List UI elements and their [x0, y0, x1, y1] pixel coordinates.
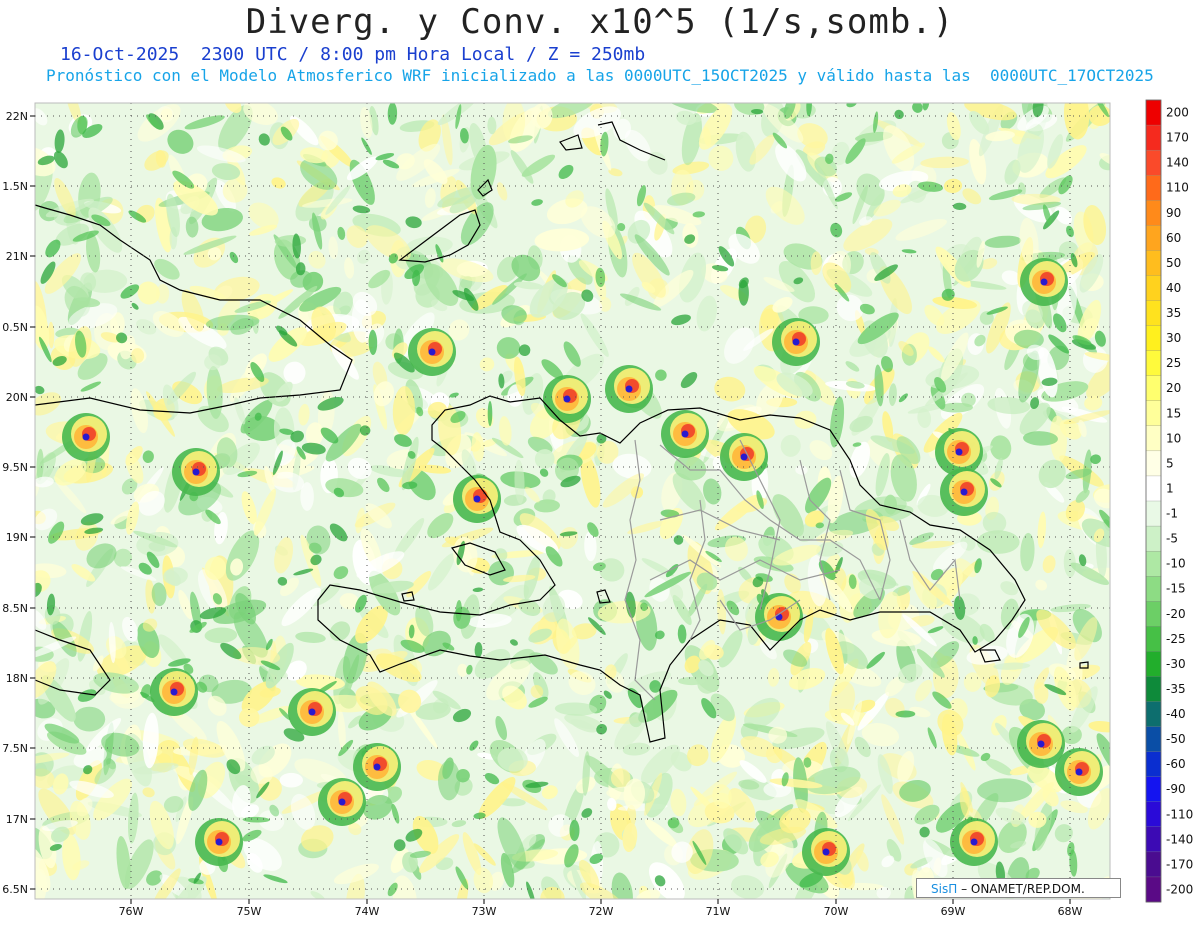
colorbar-swatch — [1145, 751, 1162, 778]
lat-label: 20N — [6, 391, 28, 404]
colorbar-label: -20 — [1166, 607, 1186, 621]
colorbar-swatch — [1145, 400, 1162, 427]
colorbar-label: -1 — [1166, 507, 1178, 521]
lat-label: 0.5N — [2, 321, 28, 334]
colorbar-swatch — [1145, 350, 1162, 377]
colorbar-swatch — [1145, 425, 1162, 452]
credit-box: SisΠ – ONAMET/REP.DOM. — [916, 878, 1121, 898]
lon-label: 76W — [119, 905, 144, 918]
colorbar-label: -90 — [1166, 782, 1186, 796]
colorbar-swatch — [1145, 450, 1162, 477]
lon-label: 74W — [355, 905, 380, 918]
lon-label: 68W — [1058, 905, 1083, 918]
colorbar-swatch — [1145, 200, 1162, 226]
lon-label: 75W — [237, 905, 262, 918]
colorbar-label: -40 — [1166, 707, 1186, 721]
colorbar-label: 200 — [1166, 106, 1189, 120]
colorbar-label: 170 — [1166, 131, 1189, 145]
colorbar-label: 35 — [1166, 306, 1181, 320]
lat-label: 17N — [6, 813, 28, 826]
shading-field — [35, 103, 1110, 899]
divergence-map: 22N 1.5N 21N 0.5N 20N 9.5N 19N 8.5N 18N 7.5N 17N 6.… — [2, 99, 1193, 918]
lat-label: 19N — [6, 531, 28, 544]
credit-brand: SisΠ — [931, 882, 958, 896]
colorbar-swatch — [1145, 826, 1162, 853]
colorbar-swatch — [1145, 124, 1162, 151]
colorbar-label: -200 — [1166, 883, 1193, 897]
colorbar-label: -25 — [1166, 632, 1186, 646]
colorbar-label: -140 — [1166, 832, 1193, 846]
colorbar-swatch — [1145, 149, 1162, 176]
lon-label: 70W — [824, 905, 849, 918]
lon-label: 72W — [589, 905, 614, 918]
colorbar-swatch — [1145, 851, 1162, 878]
colorbar-label: 50 — [1166, 256, 1181, 270]
colorbar-swatch — [1145, 375, 1162, 402]
colorbar-swatch — [1145, 500, 1162, 527]
colorbar-label: 30 — [1166, 331, 1181, 345]
colorbar-label: -110 — [1166, 807, 1193, 821]
lat-label: 18N — [6, 672, 28, 685]
colorbar-swatch — [1145, 651, 1162, 677]
colorbar-label: 90 — [1166, 206, 1181, 220]
colorbar-swatch — [1145, 576, 1162, 602]
colorbar-label: 40 — [1166, 281, 1181, 295]
lat-label: 21N — [6, 250, 28, 263]
colorbar-swatch — [1145, 676, 1162, 702]
colorbar-label: -5 — [1166, 532, 1178, 546]
colorbar-label: -30 — [1166, 657, 1186, 671]
lat-label: 8.5N — [2, 602, 28, 615]
colorbar-label: 60 — [1166, 231, 1181, 245]
colorbar-label: 10 — [1166, 431, 1181, 445]
lon-label: 71W — [706, 905, 731, 918]
lat-label: 1.5N — [2, 180, 28, 193]
colorbar-label: -50 — [1166, 732, 1186, 746]
colorbar: 200 170 140 110 90 60 50 40 35 30 25 20 15 10 5 1 -1 -5 -1… — [1145, 99, 1193, 903]
latitude-labels: 22N 1.5N 21N 0.5N 20N 9.5N 19N 8.5N 18N 7.5N 17N 6.… — [2, 110, 35, 896]
colorbar-label: -35 — [1166, 682, 1186, 696]
lat-label: 7.5N — [2, 742, 28, 755]
colorbar-swatch — [1145, 601, 1162, 627]
colorbar-swatch — [1145, 175, 1162, 201]
colorbar-swatch — [1145, 275, 1162, 301]
colorbar-swatch — [1145, 300, 1162, 327]
colorbar-label: -170 — [1166, 857, 1193, 871]
colorbar-swatch — [1145, 250, 1162, 276]
credit-text: – ONAMET/REP.DOM. — [961, 882, 1085, 896]
lat-label: 9.5N — [2, 461, 28, 474]
colorbar-swatch — [1145, 876, 1162, 903]
colorbar-swatch — [1145, 475, 1162, 502]
colorbar-label: 1 — [1166, 482, 1174, 496]
colorbar-label: 15 — [1166, 406, 1181, 420]
colorbar-label: -15 — [1166, 582, 1186, 596]
colorbar-label: 5 — [1166, 456, 1174, 470]
colorbar-swatch — [1145, 801, 1162, 828]
colorbar-label: 25 — [1166, 356, 1181, 370]
colorbar-swatch — [1145, 776, 1162, 803]
colorbar-swatch — [1145, 550, 1162, 577]
longitude-labels: 76W 75W 74W 73W 72W 71W 70W 69W 68W — [119, 899, 1083, 918]
colorbar-swatch — [1145, 525, 1162, 552]
colorbar-swatch — [1145, 701, 1162, 728]
lon-label: 73W — [472, 905, 497, 918]
colorbar-label: 20 — [1166, 381, 1181, 395]
colorbar-label: 110 — [1166, 181, 1189, 195]
colorbar-swatch — [1145, 325, 1162, 352]
colorbar-label: -60 — [1166, 757, 1186, 771]
lat-label: 22N — [6, 110, 28, 123]
colorbar-label: -10 — [1166, 557, 1186, 571]
lon-label: 69W — [941, 905, 966, 918]
colorbar-swatch — [1145, 225, 1162, 251]
colorbar-swatch — [1145, 626, 1162, 652]
colorbar-label: 140 — [1166, 156, 1189, 170]
colorbar-swatch — [1145, 726, 1162, 753]
lat-label: 6.5N — [2, 883, 28, 896]
colorbar-swatch — [1145, 99, 1162, 126]
